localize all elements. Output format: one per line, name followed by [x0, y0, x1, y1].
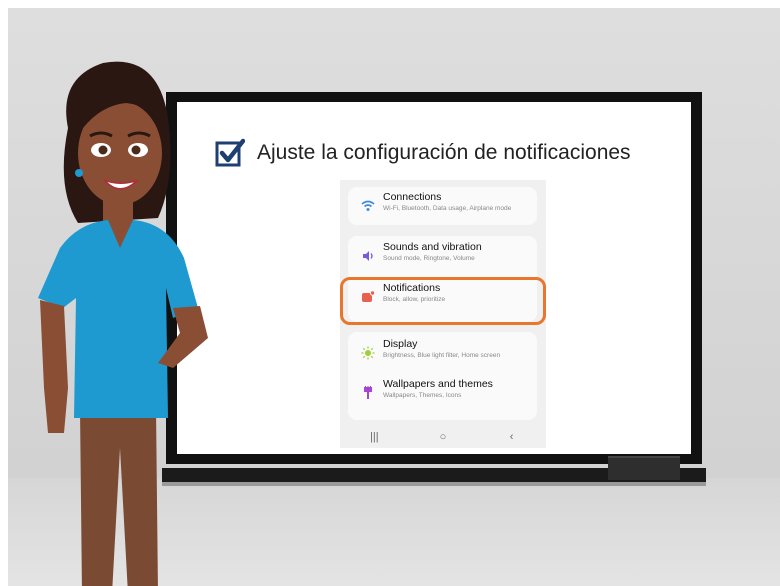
volume-icon — [363, 251, 373, 261]
notifications-highlight-box — [340, 277, 546, 325]
phone-navigation-bar: ||| ○ ‹ — [340, 425, 546, 448]
settings-item-sounds[interactable]: Sounds and vibration Sound mode, Rington… — [348, 237, 537, 277]
recents-button[interactable]: ||| — [359, 431, 389, 443]
settings-item-connections[interactable]: Connections Wi-Fi, Bluetooth, Data usage… — [348, 187, 537, 227]
whiteboard-eraser — [608, 456, 680, 480]
back-button[interactable]: ‹ — [497, 431, 527, 443]
settings-card: Connections Wi-Fi, Bluetooth, Data usage… — [348, 187, 537, 225]
presenter-illustration — [38, 61, 208, 586]
sun-icon — [361, 346, 375, 360]
scene-background: Ajuste la configuración de notificacione… — [8, 8, 780, 586]
settings-item-label: Wallpapers and themes — [383, 378, 493, 390]
slide-title: Ajuste la configuración de notificacione… — [257, 141, 631, 164]
settings-item-display[interactable]: Display Brightness, Blue light filter, H… — [348, 334, 537, 374]
settings-item-sublabel: Brightness, Blue light filter, Home scre… — [383, 352, 501, 359]
settings-item-sublabel: Wallpapers, Themes, Icons — [383, 392, 462, 399]
settings-item-wallpapers[interactable]: Wallpapers and themes Wallpapers, Themes… — [348, 374, 537, 414]
home-button[interactable]: ○ — [428, 431, 458, 443]
settings-item-label: Connections — [383, 191, 442, 203]
settings-item-label: Sounds and vibration — [383, 241, 482, 253]
settings-item-sublabel: Wi-Fi, Bluetooth, Data usage, Airplane m… — [383, 205, 512, 212]
wifi-icon — [361, 200, 375, 211]
settings-item-sublabel: Sound mode, Ringtone, Volume — [383, 255, 475, 262]
slide-title-row: Ajuste la configuración de notificacione… — [215, 138, 631, 168]
settings-item-label: Display — [383, 338, 418, 350]
settings-card: Display Brightness, Blue light filter, H… — [348, 332, 537, 420]
whiteboard-frame: Ajuste la configuración de notificacione… — [166, 92, 702, 464]
phone-settings-screenshot: Connections Wi-Fi, Bluetooth, Data usage… — [340, 180, 546, 448]
whiteboard: Ajuste la configuración de notificacione… — [177, 102, 691, 454]
whiteboard-ledge-shadow — [162, 482, 706, 486]
brush-icon — [364, 386, 372, 399]
